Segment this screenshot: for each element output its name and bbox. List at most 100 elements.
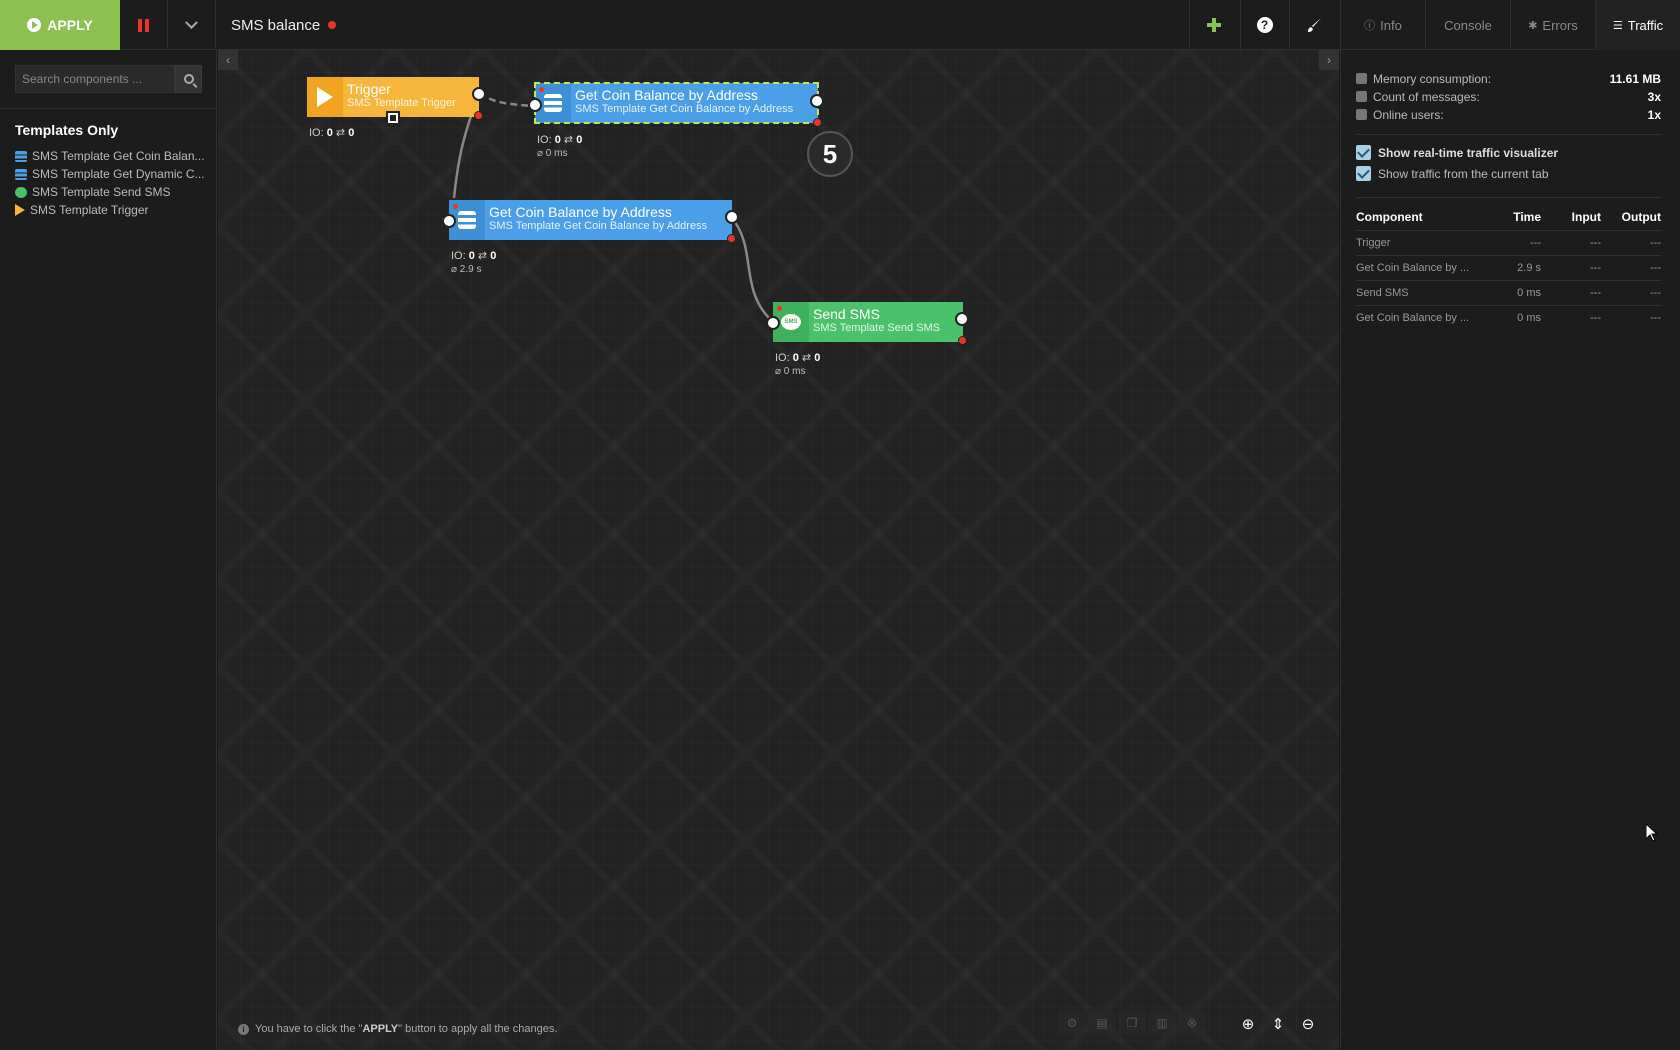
status-dot (453, 204, 458, 209)
node-sms-text: Send SMS SMS Template Send SMS (809, 302, 946, 342)
io-in: 0 (326, 127, 333, 139)
wire-trigger-coin1 (478, 92, 536, 108)
connection-wires (452, 92, 774, 323)
tab-info[interactable]: ⓘ Info (1340, 0, 1425, 50)
tab-traffic[interactable]: ☰ Traffic (1595, 0, 1680, 50)
component-sidebar: Templates Only SMS Template Get Coin Bal… (0, 50, 217, 1050)
node-trigger-text: Trigger SMS Template Trigger (343, 77, 462, 117)
error-port[interactable] (727, 234, 736, 243)
messages-stat: Count of messages: 3x (1356, 88, 1661, 105)
menu-dropdown-button[interactable] (168, 0, 216, 50)
table-cell: --- (1541, 304, 1601, 330)
table-row[interactable]: Get Coin Balance by ... 0 ms --- --- (1356, 304, 1661, 330)
paste-icon[interactable]: ▥ (1148, 1011, 1176, 1035)
edit-toolbar: ⚙ ▤ ❐ ▥ ⊗ (1058, 1011, 1208, 1035)
tab-console[interactable]: Console (1425, 0, 1510, 50)
table-cell: Send SMS (1356, 279, 1476, 305)
list-item-label: SMS Template Get Dynamic C... (32, 167, 205, 181)
table-row[interactable]: Get Coin Balance by ... 2.9 s --- --- (1356, 254, 1661, 280)
error-port[interactable] (958, 336, 967, 345)
column-header: Time (1513, 209, 1541, 224)
copy-icon[interactable]: ▤ (1088, 1011, 1116, 1035)
plus-icon (1206, 18, 1221, 32)
status-dot (777, 306, 782, 311)
output-port[interactable] (955, 312, 969, 326)
list-item[interactable]: SMS Template Get Dynamic C... (15, 165, 210, 183)
memory-stat: Memory consumption: 11.61 MB (1356, 70, 1661, 87)
node-coin1-text: Get Coin Balance by Address SMS Template… (571, 83, 799, 123)
input-port[interactable] (442, 214, 456, 228)
table-row[interactable]: Trigger --- --- --- (1356, 229, 1661, 255)
list-item[interactable]: SMS Template Send SMS (15, 183, 210, 201)
pause-icon (138, 18, 142, 32)
output-port[interactable] (725, 210, 739, 224)
group-title: Templates Only (15, 122, 119, 138)
search-button[interactable] (175, 65, 202, 93)
node-subtitle: SMS Template Get Coin Balance by Address (489, 220, 708, 232)
table-cell: --- (1601, 229, 1661, 255)
list-item[interactable]: SMS Template Trigger (15, 201, 210, 219)
error-port[interactable] (813, 118, 822, 127)
table-cell: --- (1601, 254, 1661, 280)
delete-icon[interactable]: ⊗ (1178, 1011, 1206, 1035)
table-cell: 0 ms (1476, 279, 1541, 305)
status-dot (539, 87, 544, 92)
node-title: Get Coin Balance by Address (489, 204, 672, 220)
input-port[interactable] (766, 316, 780, 330)
sidebar-divider (0, 108, 216, 109)
stat-value: 1x (1647, 107, 1661, 122)
tab-errors[interactable]: ✱ Errors (1510, 0, 1595, 50)
tab-info-label: Info (1380, 17, 1402, 33)
chevron-down-icon (185, 15, 198, 29)
column-header: Input (1571, 209, 1601, 224)
stat-value: 11.61 MB (1609, 71, 1661, 86)
error-port[interactable] (474, 111, 483, 120)
hint-bold: APPLY (362, 1023, 399, 1035)
table-row[interactable]: Send SMS 0 ms --- --- (1356, 279, 1661, 305)
list-item-label: SMS Template Get Coin Balan... (32, 149, 205, 163)
message-counter-badge: 5 (807, 131, 853, 177)
trigger-button[interactable] (386, 111, 400, 125)
unsaved-indicator (328, 21, 336, 29)
bug-icon: ✱ (1528, 19, 1538, 32)
info-icon: ⓘ (1364, 20, 1376, 32)
duplicate-icon[interactable]: ❐ (1118, 1011, 1146, 1035)
list-item[interactable]: SMS Template Get Coin Balan... (15, 147, 210, 165)
database-icon (15, 150, 27, 162)
search-input[interactable] (15, 65, 175, 93)
memory-icon (1356, 73, 1367, 84)
table-cell: --- (1601, 279, 1661, 305)
theme-button[interactable] (1289, 0, 1337, 50)
table-header-row: Component Time Input Output (1356, 204, 1661, 230)
checkbox-checked-icon (1356, 145, 1371, 160)
paintbrush-icon (1307, 18, 1321, 32)
zoom-in-icon[interactable]: ⊕ (1238, 1013, 1258, 1035)
traffic-table: Component Time Input Output Trigger --- … (1356, 204, 1661, 330)
list-icon: ☰ (1612, 19, 1623, 32)
node-send-sms[interactable]: SMS Send SMS SMS Template Send SMS (773, 302, 963, 342)
io-in: 0 (792, 352, 799, 364)
pause-button[interactable] (120, 0, 168, 50)
node-get-coin-balance-1[interactable]: Get Coin Balance by Address SMS Template… (534, 82, 819, 124)
visualizer-checkbox[interactable]: Show real-time traffic visualizer (1356, 145, 1558, 160)
input-port[interactable] (528, 98, 542, 112)
help-button[interactable]: ? (1240, 0, 1288, 50)
hint-pre: You have to click the " (255, 1023, 363, 1035)
io-label: IO: (309, 127, 324, 139)
table-cell: --- (1541, 254, 1601, 280)
apply-button[interactable]: APPLY (0, 0, 120, 50)
node-title: Send SMS (813, 306, 880, 322)
settings-icon[interactable]: ⚙ (1058, 1011, 1086, 1035)
output-port[interactable] (472, 87, 486, 101)
zoom-out-icon[interactable]: ⊖ (1298, 1013, 1318, 1035)
traffic-panel: Memory consumption: 11.61 MB Count of mes… (1340, 50, 1680, 1050)
zoom-reset-icon[interactable]: ⇕ (1268, 1013, 1288, 1035)
output-port[interactable] (810, 94, 824, 108)
add-component-button[interactable] (1189, 0, 1237, 50)
node-get-coin-balance-2[interactable]: Get Coin Balance by Address SMS Template… (449, 200, 732, 240)
io-out: 0 (814, 352, 821, 364)
current-tab-checkbox[interactable]: Show traffic from the current tab (1356, 166, 1549, 181)
flow-canvas[interactable]: ‹ › Trigger SMS Template Trigger IO: 0 ⇄… (218, 50, 1339, 1050)
tab-errors-label: Errors (1542, 17, 1578, 33)
flow-title: SMS balance (231, 16, 321, 34)
